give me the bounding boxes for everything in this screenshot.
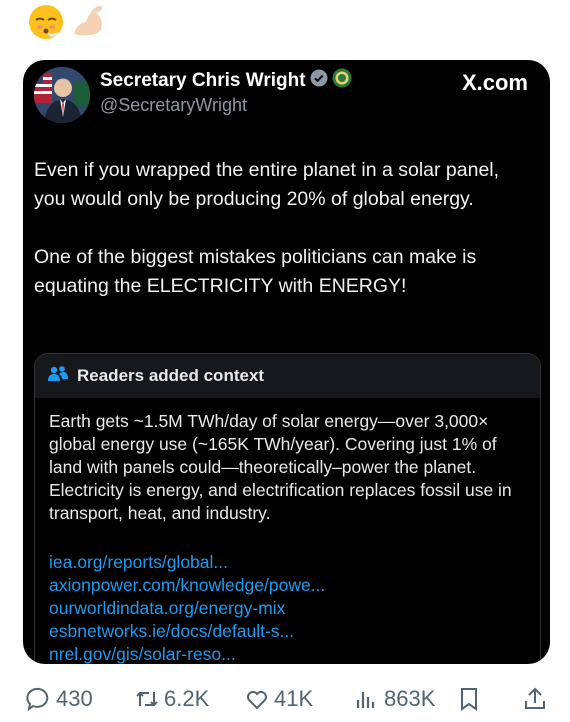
face-exhaling-emoji xyxy=(26,0,66,40)
repost-button[interactable]: 6.2K xyxy=(134,686,209,712)
verified-badge-icon xyxy=(310,69,328,92)
community-note-text: Earth gets ~1.5M TWh/day of solar energy… xyxy=(49,411,512,523)
views-button[interactable]: 863K xyxy=(354,686,435,712)
community-note-title: Readers added context xyxy=(77,366,265,385)
community-note-body: Earth gets ~1.5M TWh/day of solar energy… xyxy=(35,398,540,664)
source-link[interactable]: ourworldindata.org/energy-mix xyxy=(49,597,526,620)
author-handle[interactable]: @SecretaryWright xyxy=(100,95,247,116)
source-links: iea.org/reports/global... axionpower.com… xyxy=(49,551,526,664)
views-bar-chart-icon xyxy=(356,692,375,708)
source-link[interactable]: esbnetworks.ie/docs/default-s... xyxy=(49,620,526,643)
like-button[interactable]: 41K xyxy=(244,686,313,712)
source-link[interactable]: nrel.gov/gis/solar-reso... xyxy=(49,643,526,664)
share-button[interactable] xyxy=(522,686,548,712)
community-note: Readers added context Earth gets ~1.5M T… xyxy=(34,353,541,664)
like-count: 41K xyxy=(274,686,314,711)
author-name[interactable]: Secretary Chris Wright xyxy=(100,70,306,92)
source-link[interactable]: iea.org/reports/global... xyxy=(49,551,526,574)
emoji-row xyxy=(26,0,110,40)
government-seal-icon xyxy=(332,68,352,93)
post-text: Even if you wrapped the entire planet in… xyxy=(34,156,534,330)
reply-button[interactable]: 430 xyxy=(26,686,93,712)
author-line: Secretary Chris Wright xyxy=(100,68,352,93)
community-note-header: Readers added context xyxy=(35,354,540,398)
bookmark-icon xyxy=(461,688,477,711)
heart-icon xyxy=(247,691,267,710)
repost-icon xyxy=(136,691,158,707)
x-brand-logo: X.com xyxy=(461,70,528,95)
source-link[interactable]: axionpower.com/knowledge/powe... xyxy=(49,574,526,597)
post-paragraph: One of the biggest mistakes politicians … xyxy=(34,246,477,297)
bookmark-button[interactable] xyxy=(456,686,482,712)
people-icon xyxy=(47,365,69,388)
action-bar: 430 6.2K 41K 863K xyxy=(26,686,548,722)
post-card[interactable]: Secretary Chris Wright @SecretaryWright … xyxy=(23,60,550,664)
reply-count: 430 xyxy=(56,686,93,711)
avatar[interactable] xyxy=(34,67,90,123)
share-icon xyxy=(525,687,545,709)
repost-count: 6.2K xyxy=(164,686,210,711)
views-count: 863K xyxy=(384,686,436,711)
reply-icon xyxy=(26,687,49,712)
post-paragraph: Even if you wrapped the entire planet in… xyxy=(34,159,500,210)
flexed-biceps-emoji xyxy=(70,0,110,40)
